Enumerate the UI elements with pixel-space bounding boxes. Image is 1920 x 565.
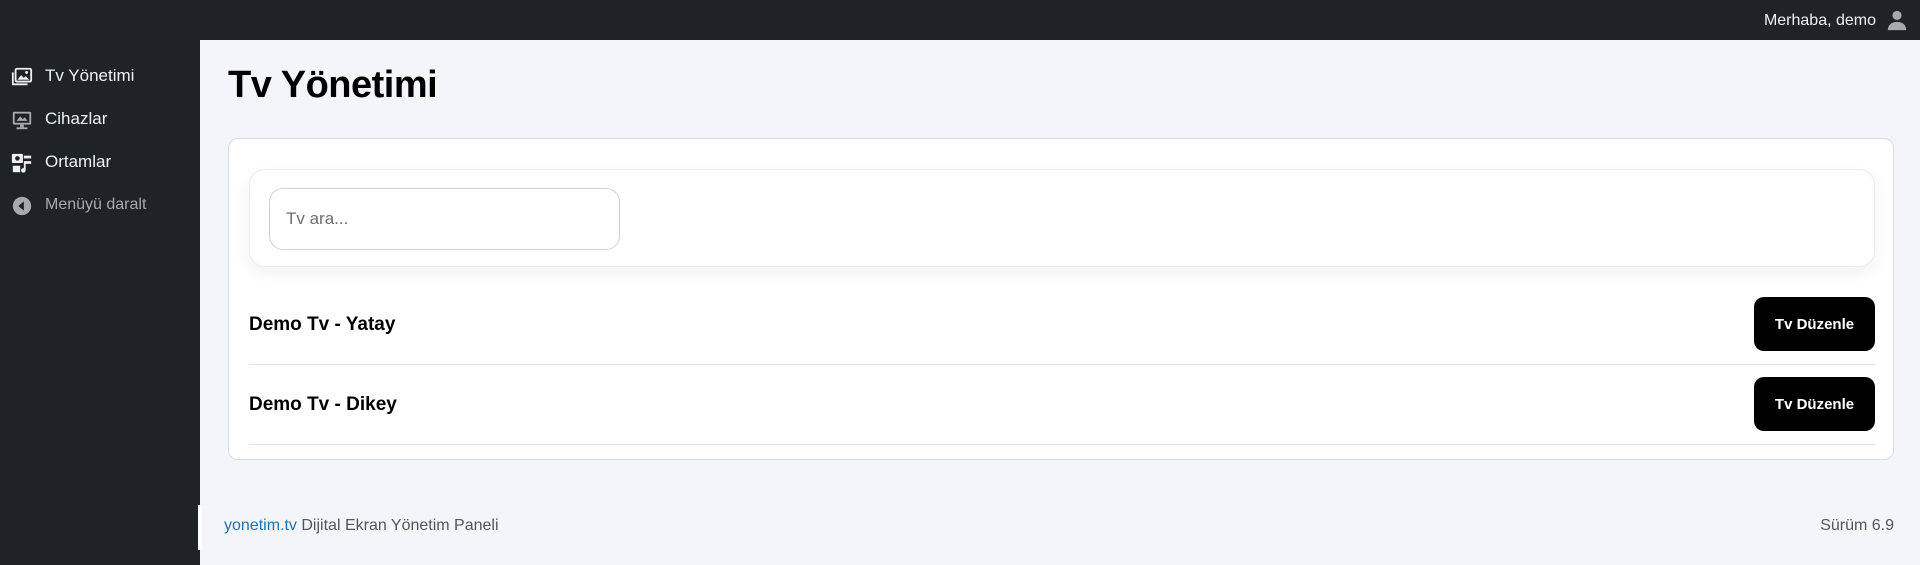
tv-row: Demo Tv - Dikey Tv Düzenle xyxy=(249,365,1875,445)
sidebar-item-label: Menüyü daralt xyxy=(45,196,147,213)
sidebar-item-cihazlar[interactable]: Cihazlar xyxy=(0,101,200,137)
sidebar-item-label: Cihazlar xyxy=(45,109,108,128)
greeting-text[interactable]: Merhaba, demo xyxy=(1764,0,1876,40)
collapse-menu-button[interactable]: Menüyü daralt xyxy=(0,187,200,223)
footer-divider xyxy=(198,505,202,550)
footer-credit: yonetim.tv Dijital Ekran Yönetim Paneli xyxy=(224,517,499,535)
tv-list-card: Demo Tv - Yatay Tv Düzenle Demo Tv - Dik… xyxy=(228,138,1894,460)
sidebar-item-ortamlar[interactable]: Ortamlar xyxy=(0,144,200,180)
tv-name: Demo Tv - Dikey xyxy=(249,394,397,415)
collapse-arrow-icon xyxy=(12,196,32,216)
search-panel xyxy=(249,169,1875,267)
sidebar: Tv Yönetimi Cihazlar Ortamlar Menüyü dar… xyxy=(0,40,200,565)
edit-tv-button[interactable]: Tv Düzenle xyxy=(1754,377,1875,431)
page-title: Tv Yönetimi xyxy=(228,64,438,106)
monitor-icon xyxy=(12,111,32,130)
sidebar-item-tv-yonetimi[interactable]: Tv Yönetimi xyxy=(0,58,200,94)
sidebar-item-label: Tv Yönetimi xyxy=(45,66,135,85)
tv-row: Demo Tv - Yatay Tv Düzenle xyxy=(249,285,1875,365)
sidebar-item-label: Ortamlar xyxy=(45,152,112,171)
user-icon[interactable] xyxy=(1886,9,1908,31)
edit-tv-button[interactable]: Tv Düzenle xyxy=(1754,297,1875,351)
search-input[interactable] xyxy=(269,188,620,250)
tv-gallery-icon xyxy=(11,67,33,86)
footer-tagline: Dijital Ekran Yönetim Paneli xyxy=(301,517,499,534)
footer-brand-link[interactable]: yonetim.tv xyxy=(224,517,297,534)
admin-topbar: Merhaba, demo xyxy=(0,0,1920,40)
media-icon xyxy=(11,153,32,173)
main-content: Tv Yönetimi Demo Tv - Yatay Tv Düzenle D… xyxy=(200,40,1920,565)
footer-version: Sürüm 6.9 xyxy=(1820,517,1894,534)
tv-name: Demo Tv - Yatay xyxy=(249,314,396,335)
